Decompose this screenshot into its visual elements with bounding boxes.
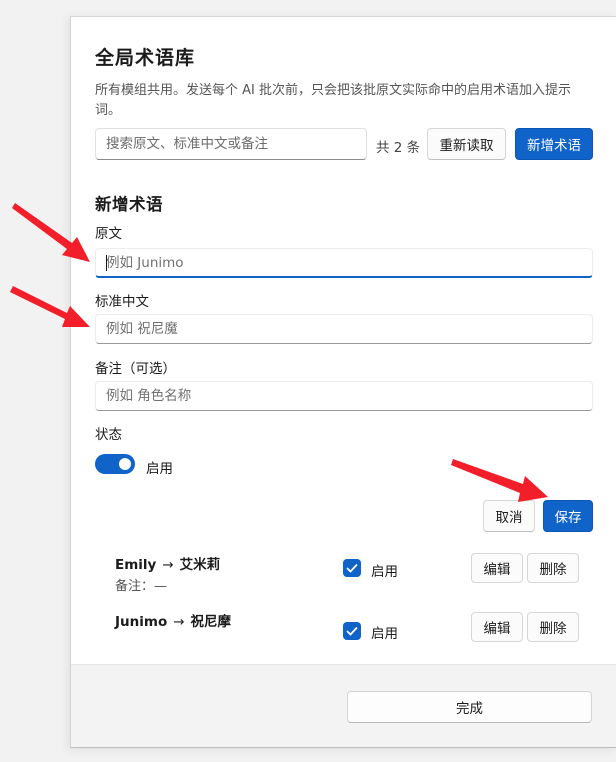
save-button[interactable]: 保存 [543, 500, 593, 532]
term-mapping: Junimo → 祝尼摩 [115, 610, 231, 630]
search-input[interactable] [95, 128, 367, 160]
reload-button[interactable]: 重新读取 [427, 128, 506, 160]
target-label: 标准中文 [95, 294, 149, 310]
dialog-description: 所有模组共用。发送每个 AI 批次前，只会把该批原文实际命中的启用术语加入提示词… [95, 83, 571, 118]
dialog-title: 全局术语库 [95, 47, 196, 69]
source-label: 原文 [95, 226, 122, 242]
term-enabled-label: 启用 [371, 564, 398, 580]
edit-term-button[interactable]: 编辑 [471, 612, 523, 642]
delete-term-button[interactable]: 删除 [527, 553, 579, 583]
status-toggle-label: 启用 [146, 461, 173, 477]
term-row: Junimo → 祝尼摩 启用 编辑 删除 [115, 610, 595, 664]
note-label: 备注（可选） [95, 361, 176, 377]
dialog-content: 全局术语库 所有模组共用。发送每个 AI 批次前，只会把该批原文实际命中的启用术… [71, 17, 616, 664]
term-enabled-checkbox[interactable] [343, 622, 361, 640]
term-note: 备注：— [115, 579, 168, 594]
term-target: 祝尼摩 [190, 614, 232, 630]
new-term-section-title: 新增术语 [95, 195, 163, 214]
term-source: Junimo [115, 614, 168, 630]
toggle-knob [119, 458, 131, 470]
done-button[interactable]: 完成 [347, 691, 592, 723]
cancel-button[interactable]: 取消 [483, 500, 535, 532]
term-enabled-checkbox[interactable] [343, 559, 361, 577]
term-row: Emily → 艾米莉 备注：— 启用 编辑 删除 [115, 553, 595, 609]
term-enabled-label: 启用 [371, 626, 398, 642]
checkmark-icon [346, 626, 358, 636]
status-toggle[interactable] [95, 454, 135, 474]
note-input[interactable] [95, 381, 593, 411]
term-count: 共 2 条 [376, 140, 421, 156]
edit-term-button[interactable]: 编辑 [471, 553, 523, 583]
delete-term-button[interactable]: 删除 [527, 612, 579, 642]
checkmark-icon [346, 563, 358, 573]
source-input[interactable] [95, 248, 593, 278]
term-arrow: → [162, 557, 174, 573]
term-arrow: → [173, 614, 185, 630]
term-source: Emily [115, 557, 157, 573]
text-caret [106, 255, 107, 271]
dialog-footer: 完成 [71, 664, 616, 747]
target-input[interactable] [95, 314, 593, 344]
term-mapping: Emily → 艾米莉 [115, 553, 220, 573]
glossary-dialog: 全局术语库 所有模组共用。发送每个 AI 批次前，只会把该批原文实际命中的启用术… [70, 16, 616, 748]
status-label: 状态 [95, 427, 122, 443]
add-term-button[interactable]: 新增术语 [515, 128, 593, 160]
term-target: 艾米莉 [179, 557, 221, 573]
